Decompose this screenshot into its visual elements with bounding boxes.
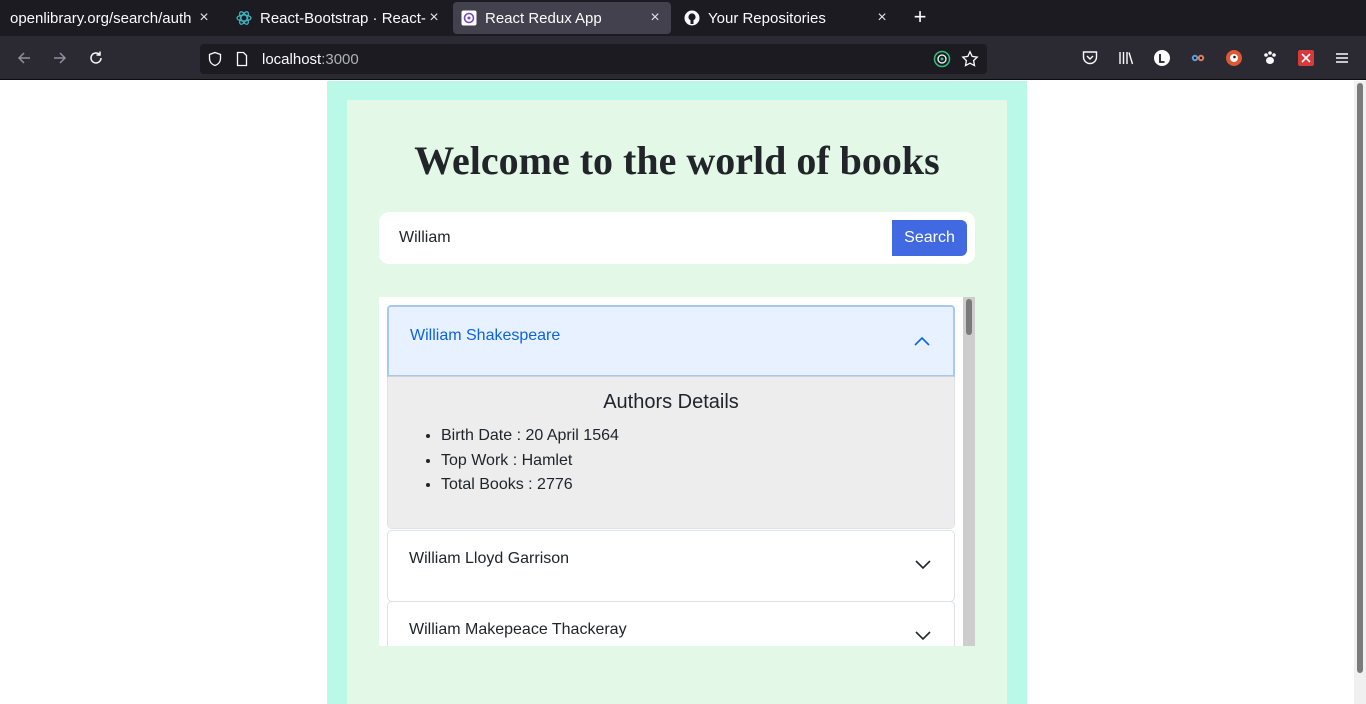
tab-close-icon[interactable]: × [426, 9, 442, 27]
page-info-icon[interactable] [232, 49, 252, 69]
account-l-icon[interactable] [1152, 48, 1172, 68]
tab-close-icon[interactable]: × [874, 9, 890, 27]
accordion-header[interactable]: William Makepeace Thackeray [388, 602, 954, 646]
extension-target-icon[interactable] [932, 49, 952, 69]
app-container: Welcome to the world of books Search Wil… [327, 81, 1027, 704]
author-details-panel: Authors Details Birth Date : 20 April 15… [388, 376, 954, 528]
search-input[interactable] [389, 220, 889, 256]
pocket-icon[interactable] [1080, 48, 1100, 68]
tab-your-repositories[interactable]: Your Repositories × [676, 0, 898, 36]
accordion-item: William Shakespeare Authors Details Birt… [387, 305, 955, 529]
forward-icon[interactable] [49, 47, 71, 69]
author-name: William Makepeace Thackeray [409, 621, 627, 638]
accordion-item: William Lloyd Garrison [387, 530, 955, 602]
page-scrollbar-thumb[interactable] [1357, 83, 1363, 673]
page-viewport: Welcome to the world of books Search Wil… [0, 81, 1366, 704]
author-name: William Shakespeare [410, 327, 561, 344]
page-title: Welcome to the world of books [414, 138, 940, 183]
accordion-header[interactable]: William Lloyd Garrison [388, 531, 954, 601]
birth-date-item: Birth Date : 20 April 1564 [441, 424, 619, 449]
chevron-up-icon [914, 336, 930, 346]
new-tab-button[interactable]: + [908, 6, 932, 30]
results-scrollbar[interactable] [963, 297, 975, 646]
shield-icon[interactable] [205, 49, 225, 69]
results-scrollbar-thumb[interactable] [966, 299, 972, 335]
tab-close-icon[interactable]: × [196, 9, 212, 27]
url-text[interactable]: localhost:3000 [262, 51, 359, 68]
total-books-item: Total Books : 2776 [441, 473, 619, 498]
accordion-header[interactable]: William Shakespeare [387, 305, 955, 377]
chevron-down-icon [915, 560, 931, 570]
url-host: localhost [262, 51, 322, 68]
github-icon [684, 10, 700, 26]
tab-openlibrary[interactable]: openlibrary.org/search/auth × [0, 0, 220, 36]
tab-title: openlibrary.org/search/auth [10, 9, 192, 27]
url-bar[interactable]: localhost:3000 [200, 44, 987, 74]
duckduckgo-icon[interactable] [1224, 48, 1244, 68]
extension-paw-icon[interactable] [1260, 48, 1280, 68]
tab-title: Your Repositories [708, 9, 826, 27]
author-results-list[interactable]: William Shakespeare Authors Details Birt… [379, 297, 975, 646]
extension-red-icon[interactable] [1296, 48, 1316, 68]
tab-bar: openlibrary.org/search/auth × React-Boot… [0, 0, 1366, 36]
tab-title: React-Bootstrap · React-B [260, 9, 426, 27]
tab-title: React Redux App [485, 9, 602, 27]
search-button[interactable]: Search [892, 220, 967, 256]
bookmark-star-icon[interactable] [960, 49, 980, 69]
app-card: Welcome to the world of books Search Wil… [347, 100, 1007, 704]
top-work-item: Top Work : Hamlet [441, 449, 619, 474]
author-name: William Lloyd Garrison [409, 550, 570, 567]
back-icon[interactable] [13, 47, 35, 69]
menu-hamburger-icon[interactable] [1332, 48, 1352, 68]
react-bootstrap-icon [236, 10, 252, 26]
tab-close-icon[interactable]: × [647, 9, 663, 27]
page-scrollbar[interactable] [1354, 81, 1366, 704]
details-title: Authors Details [603, 391, 739, 413]
redux-icon [461, 10, 477, 26]
search-form: Search [379, 212, 975, 264]
url-port: :3000 [321, 51, 359, 68]
extension-owl-icon[interactable] [1188, 48, 1208, 68]
library-icon[interactable] [1116, 48, 1136, 68]
tab-react-bootstrap[interactable]: React-Bootstrap · React-B × [228, 0, 450, 36]
chevron-down-icon [915, 631, 931, 641]
navigation-toolbar: localhost:3000 [0, 36, 1366, 80]
tab-react-redux-app[interactable]: React Redux App × [453, 2, 671, 34]
accordion-item: William Makepeace Thackeray [387, 601, 955, 646]
reload-icon[interactable] [85, 47, 107, 69]
details-list: Birth Date : 20 April 1564 Top Work : Ha… [441, 424, 619, 498]
